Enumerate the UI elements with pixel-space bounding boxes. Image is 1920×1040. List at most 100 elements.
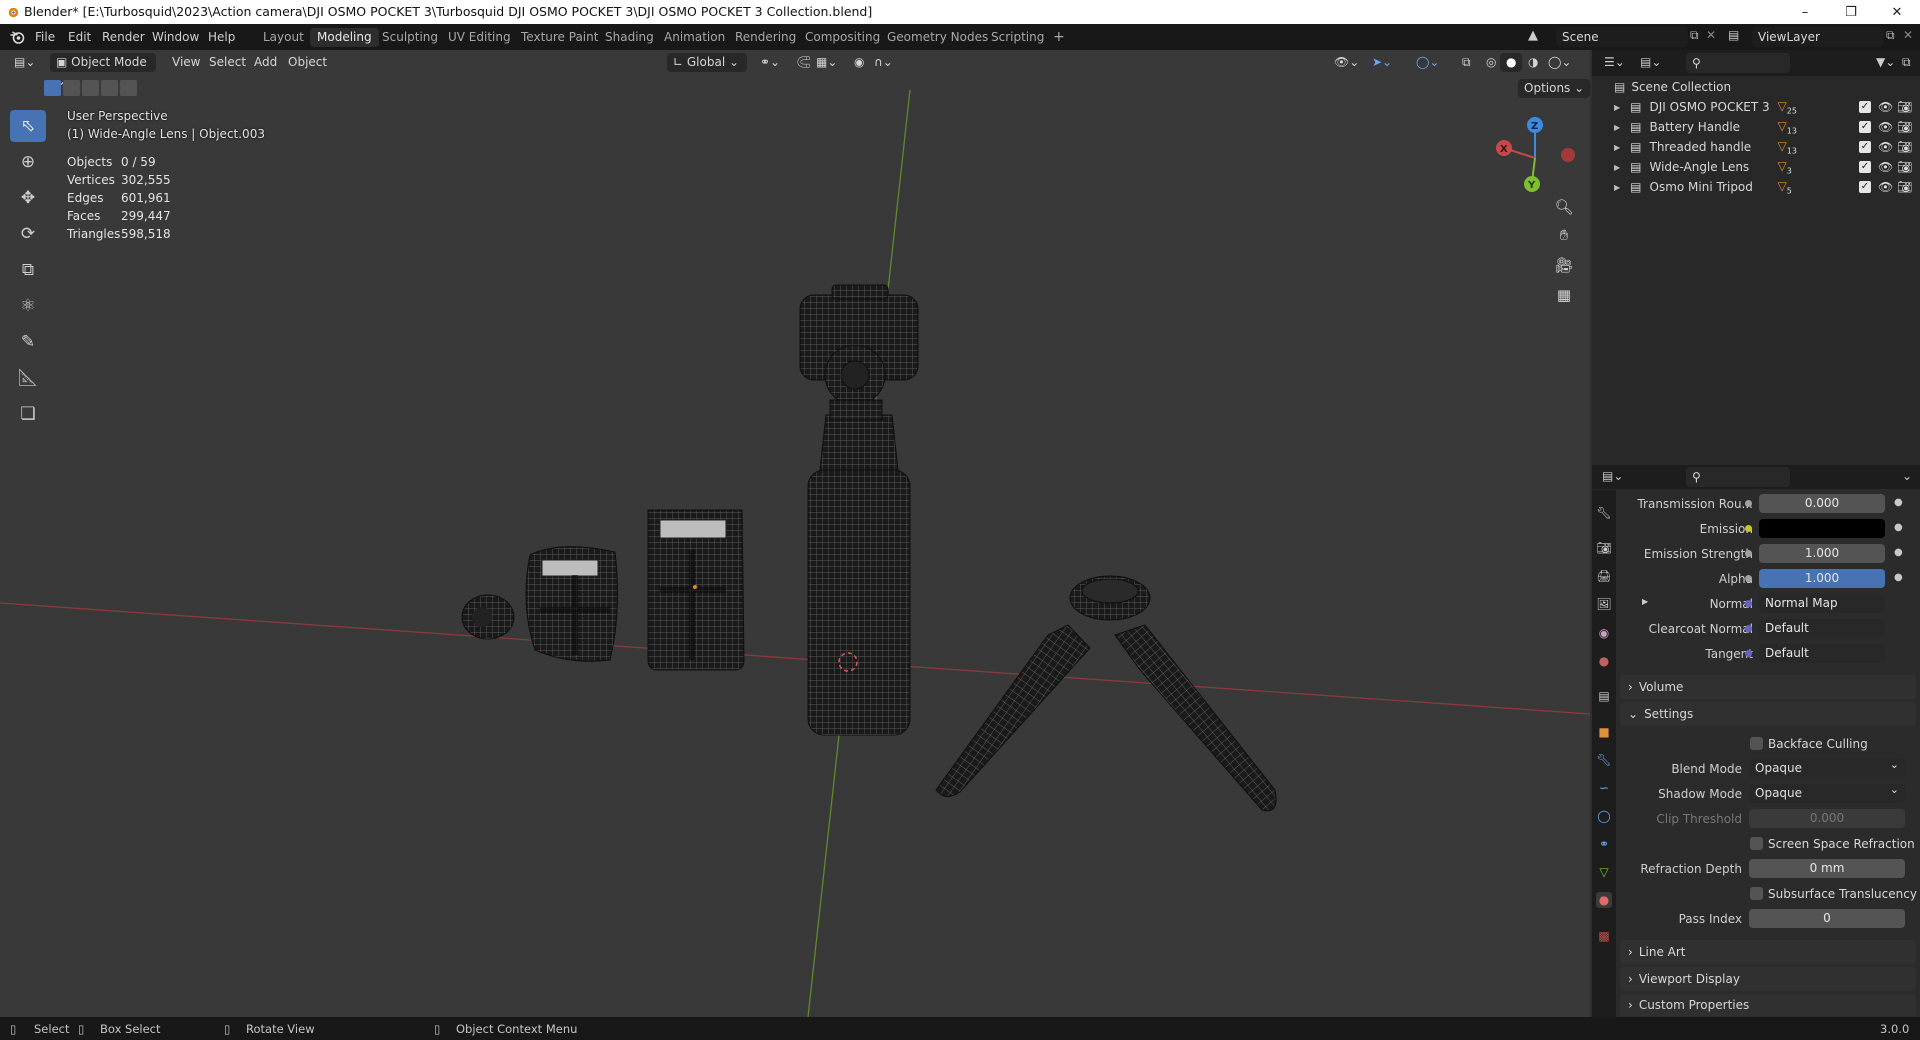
outliner-item[interactable]: ▶ ▤ Battery Handle ▽13 ✓ 👁︎ 📷︎ — [1592, 117, 1920, 137]
eye-icon[interactable]: 👁︎ — [1878, 100, 1893, 114]
camera-render-icon[interactable]: 📷︎ — [1897, 160, 1912, 174]
socket-icon[interactable] — [1745, 625, 1752, 632]
socket-icon[interactable] — [1745, 550, 1752, 557]
texture-tab-icon[interactable]: ▩ — [1596, 928, 1612, 944]
overlays-icon[interactable]: ◯⌄ — [1410, 53, 1445, 72]
expand-arrow-icon[interactable]: ▶ — [1614, 143, 1620, 152]
scene-tab-icon[interactable]: ◉ — [1596, 625, 1612, 641]
clearcoat-normal-field[interactable]: Default — [1759, 619, 1885, 638]
material-tab-icon[interactable]: ● — [1596, 892, 1612, 908]
outliner-editor-type-icon[interactable]: ☰⌄ — [1604, 55, 1625, 69]
transform-tool-icon[interactable]: ⚛ — [10, 290, 46, 322]
outliner-scene-collection[interactable]: ▤ Scene Collection — [1592, 77, 1920, 97]
add-workspace-button[interactable]: + — [1046, 28, 1072, 47]
tab-shading[interactable]: Shading — [598, 28, 661, 47]
menu-select[interactable]: Select — [203, 53, 252, 72]
menu-add[interactable]: Add — [248, 53, 283, 72]
section-line-art[interactable]: › Line Art — [1620, 940, 1916, 964]
scene-selector[interactable]: Scene — [1556, 27, 1688, 47]
eye-icon[interactable]: 👁︎ — [1878, 120, 1893, 134]
scene-icon[interactable]: ▲ — [1528, 28, 1538, 43]
tab-uv-editing[interactable]: UV Editing — [441, 28, 518, 47]
eye-icon[interactable]: 👁︎ — [1878, 180, 1893, 194]
menu-object[interactable]: Object — [282, 53, 333, 72]
expand-arrow-icon[interactable]: ▶ — [1614, 183, 1620, 192]
camera-render-icon[interactable]: 📷︎ — [1897, 140, 1912, 154]
add-cube-tool-icon[interactable]: ❏ — [10, 398, 46, 430]
new-view-layer-icon[interactable]: ⧉ — [1886, 28, 1895, 43]
tab-modeling[interactable]: Modeling — [310, 28, 379, 47]
outliner-item[interactable]: ▶ ▤ DJI OSMO POCKET 3 ▽25 ✓ 👁︎ 📷︎ — [1592, 97, 1920, 117]
outliner-search-input[interactable]: ⚲ — [1686, 53, 1790, 73]
pan-hand-icon[interactable]: ✋︎ — [1552, 223, 1576, 247]
view-layer-tab-icon[interactable]: 🖼︎ — [1596, 596, 1612, 612]
socket-icon[interactable] — [1745, 600, 1752, 607]
properties-options-icon[interactable]: ⌄ — [1902, 469, 1912, 483]
constraints-tab-icon[interactable]: ⚭ — [1596, 836, 1612, 852]
keyframe-dot-icon[interactable]: ● — [1894, 572, 1903, 583]
rendered-shading-icon[interactable]: ◯⌄ — [1542, 53, 1577, 72]
tool-tab-icon[interactable]: 🔧︎ — [1596, 505, 1612, 521]
select-new-icon[interactable] — [44, 80, 61, 96]
minimize-button[interactable]: – — [1782, 0, 1828, 24]
move-tool-icon[interactable]: ✥ — [10, 182, 46, 214]
scale-tool-icon[interactable]: ⧉ — [10, 254, 46, 286]
pass-index-field[interactable]: 0 — [1749, 909, 1905, 928]
tab-layout[interactable]: Layout — [256, 28, 311, 47]
tab-rendering[interactable]: Rendering — [728, 28, 803, 47]
backface-culling-checkbox[interactable] — [1750, 737, 1763, 750]
section-volume[interactable]: › Volume — [1620, 675, 1916, 699]
pivot-icon[interactable]: ⚭⌄ — [754, 53, 786, 72]
clip-threshold-field[interactable]: 0.000 — [1749, 809, 1905, 828]
menu-edit[interactable]: Edit — [62, 28, 97, 46]
falloff-icon[interactable]: ∩⌄ — [868, 53, 899, 72]
data-tab-icon[interactable]: ▽ — [1596, 864, 1612, 880]
object-tab-icon[interactable]: ■ — [1596, 724, 1612, 740]
particles-tab-icon[interactable]: ∽ — [1596, 780, 1612, 796]
eye-icon[interactable]: 👁︎ — [1878, 160, 1893, 174]
physics-tab-icon[interactable]: ◯ — [1596, 808, 1612, 824]
select-invert-icon[interactable] — [101, 80, 118, 96]
eye-icon[interactable]: 👁︎ — [1878, 140, 1893, 154]
orientation-selector[interactable]: ∟ Global ⌄ — [667, 53, 747, 72]
section-settings[interactable]: ⌄ Settings — [1620, 702, 1916, 726]
zoom-icon[interactable]: 🔍︎ — [1552, 195, 1576, 219]
expand-arrow-icon[interactable]: ▶ — [1642, 597, 1648, 606]
keyframe-dot-icon[interactable]: ● — [1894, 497, 1903, 508]
xray-icon[interactable]: ⧉ — [1456, 53, 1477, 72]
delete-view-layer-icon[interactable]: ✕ — [1903, 28, 1913, 42]
options-button[interactable]: Options ⌄ — [1518, 79, 1591, 98]
view-layer-icon[interactable]: ▤ — [1728, 28, 1739, 42]
section-viewport-display[interactable]: › Viewport Display — [1620, 967, 1916, 991]
maximize-button[interactable]: ❐ — [1828, 0, 1874, 24]
outliner-item[interactable]: ▶ ▤ Wide-Angle Lens ▽3 ✓ 👁︎ 📷︎ — [1592, 157, 1920, 177]
tab-geometry-nodes[interactable]: Geometry Nodes — [880, 28, 995, 47]
close-button[interactable]: ✕ — [1874, 0, 1920, 24]
tab-compositing[interactable]: Compositing — [798, 28, 887, 47]
socket-icon[interactable] — [1745, 525, 1752, 532]
camera-view-icon[interactable]: 🎥︎ — [1552, 253, 1576, 277]
delete-scene-icon[interactable]: ✕ — [1706, 28, 1716, 42]
select-box-tool-icon[interactable]: ⬁ — [10, 110, 46, 142]
mode-selector[interactable]: ▣ Object Mode ⌄ — [50, 53, 156, 88]
visibility-icon[interactable]: 👁︎⌄ — [1328, 53, 1365, 72]
shadow-mode-dropdown[interactable]: Opaque — [1749, 780, 1905, 803]
outliner-item[interactable]: ▶ ▤ Threaded handle ▽13 ✓ 👁︎ 📷︎ — [1592, 137, 1920, 157]
measure-tool-icon[interactable]: 📐︎ — [10, 362, 46, 394]
exclude-checkbox[interactable]: ✓ — [1859, 141, 1871, 153]
alpha-field[interactable]: 1.000 — [1759, 569, 1885, 588]
annotate-tool-icon[interactable]: ✎ — [10, 326, 46, 358]
emission-color-field[interactable] — [1759, 519, 1885, 538]
exclude-checkbox[interactable]: ✓ — [1859, 181, 1871, 193]
properties-search-input[interactable]: ⚲ — [1686, 467, 1790, 487]
modifier-tab-icon[interactable]: 🔧︎ — [1596, 752, 1612, 768]
tangent-field[interactable]: Default — [1759, 644, 1885, 663]
refraction-depth-field[interactable]: 0 mm — [1749, 859, 1905, 878]
screen-space-refraction-checkbox[interactable] — [1750, 837, 1763, 850]
transmission-roughness-field[interactable]: 0.000 — [1759, 494, 1885, 513]
gizmo-toggle-icon[interactable]: ➤⌄ — [1366, 53, 1398, 72]
perspective-grid-icon[interactable]: ▦ — [1552, 283, 1576, 307]
solid-shading-icon[interactable]: ● — [1500, 53, 1523, 72]
section-custom-properties[interactable]: › Custom Properties — [1620, 994, 1916, 1016]
outliner-item[interactable]: ▶ ▤ Osmo Mini Tripod ▽5 ✓ 👁︎ 📷︎ — [1592, 177, 1920, 197]
